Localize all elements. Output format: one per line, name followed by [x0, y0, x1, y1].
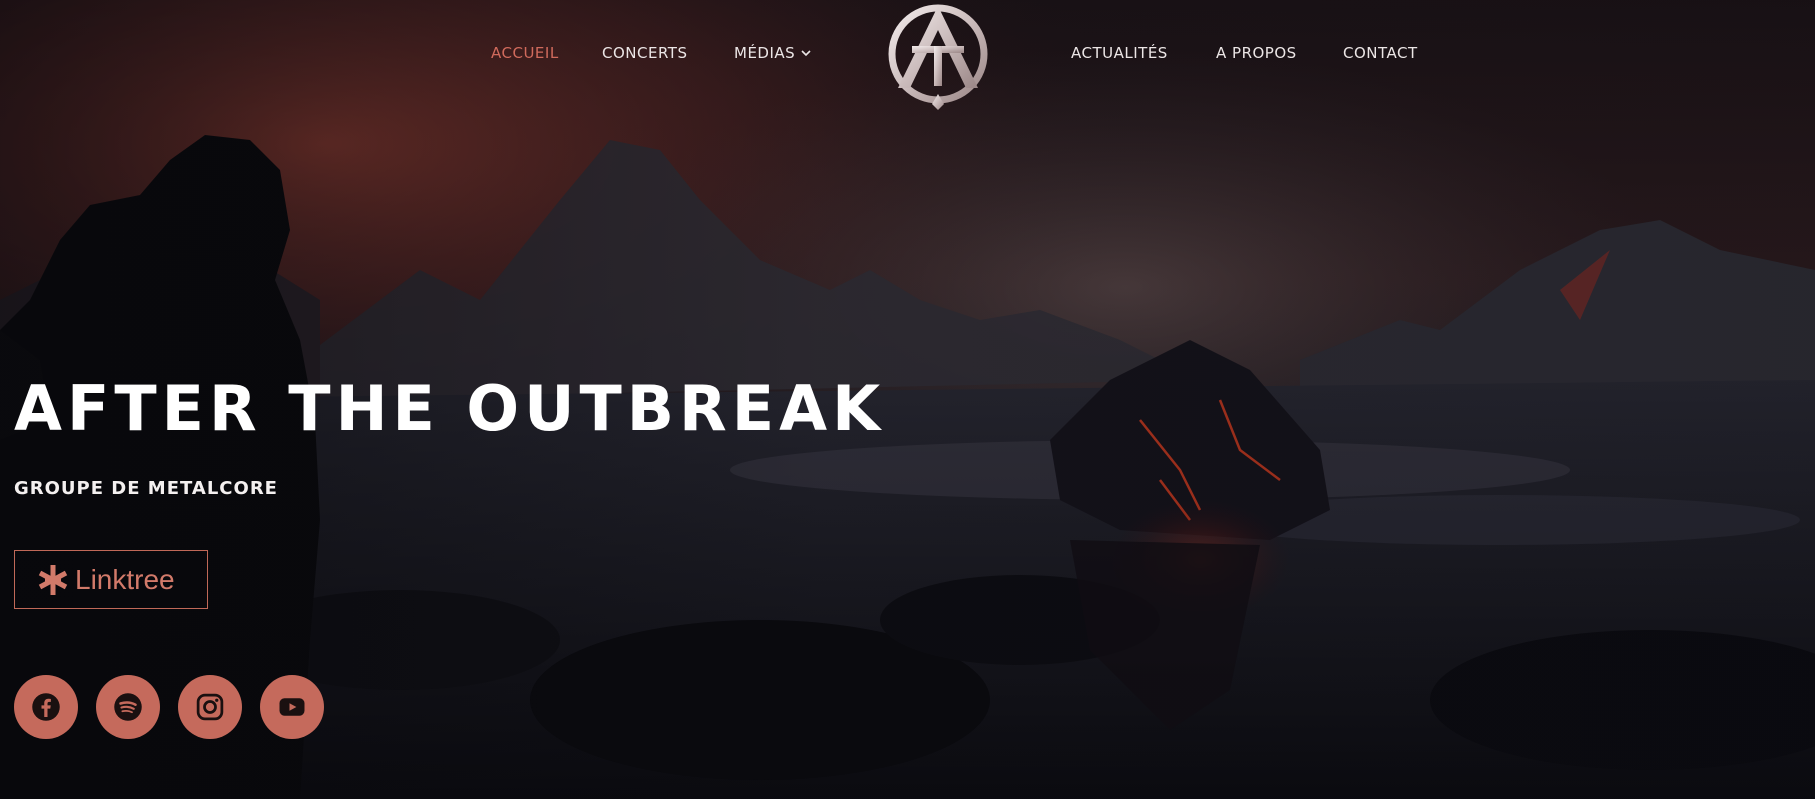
youtube-link[interactable] — [260, 675, 324, 739]
youtube-icon — [279, 698, 305, 716]
nav-item-concerts[interactable]: CONCERTS — [602, 44, 687, 62]
nav-item-medias-label: MÉDIAS — [734, 44, 796, 62]
chevron-down-icon — [801, 50, 811, 57]
nav-item-contact[interactable]: CONTACT — [1343, 44, 1418, 62]
band-title: AFTER THE OUTBREAK — [14, 372, 886, 445]
main-navigation: ACCUEIL CONCERTS MÉDIAS ACTUALITÉS A PRO… — [0, 0, 1815, 110]
band-subtitle: GROUPE DE METALCORE — [14, 478, 278, 499]
spotify-link[interactable] — [96, 675, 160, 739]
nav-item-a-propos[interactable]: A PROPOS — [1216, 44, 1297, 62]
linktree-asterisk-icon — [38, 564, 68, 595]
band-logo-icon[interactable] — [886, 0, 990, 112]
linktree-label: Linktree — [75, 563, 175, 595]
spotify-icon — [114, 693, 142, 721]
nav-item-actualites[interactable]: ACTUALITÉS — [1071, 44, 1168, 62]
facebook-link[interactable] — [14, 675, 78, 739]
instagram-icon — [196, 693, 224, 721]
nav-item-accueil[interactable]: ACCUEIL — [491, 44, 559, 62]
instagram-link[interactable] — [178, 675, 242, 739]
linktree-button[interactable]: Linktree — [14, 550, 208, 609]
nav-item-medias[interactable]: MÉDIAS — [734, 44, 811, 62]
social-links — [14, 675, 324, 739]
facebook-icon — [32, 693, 60, 721]
